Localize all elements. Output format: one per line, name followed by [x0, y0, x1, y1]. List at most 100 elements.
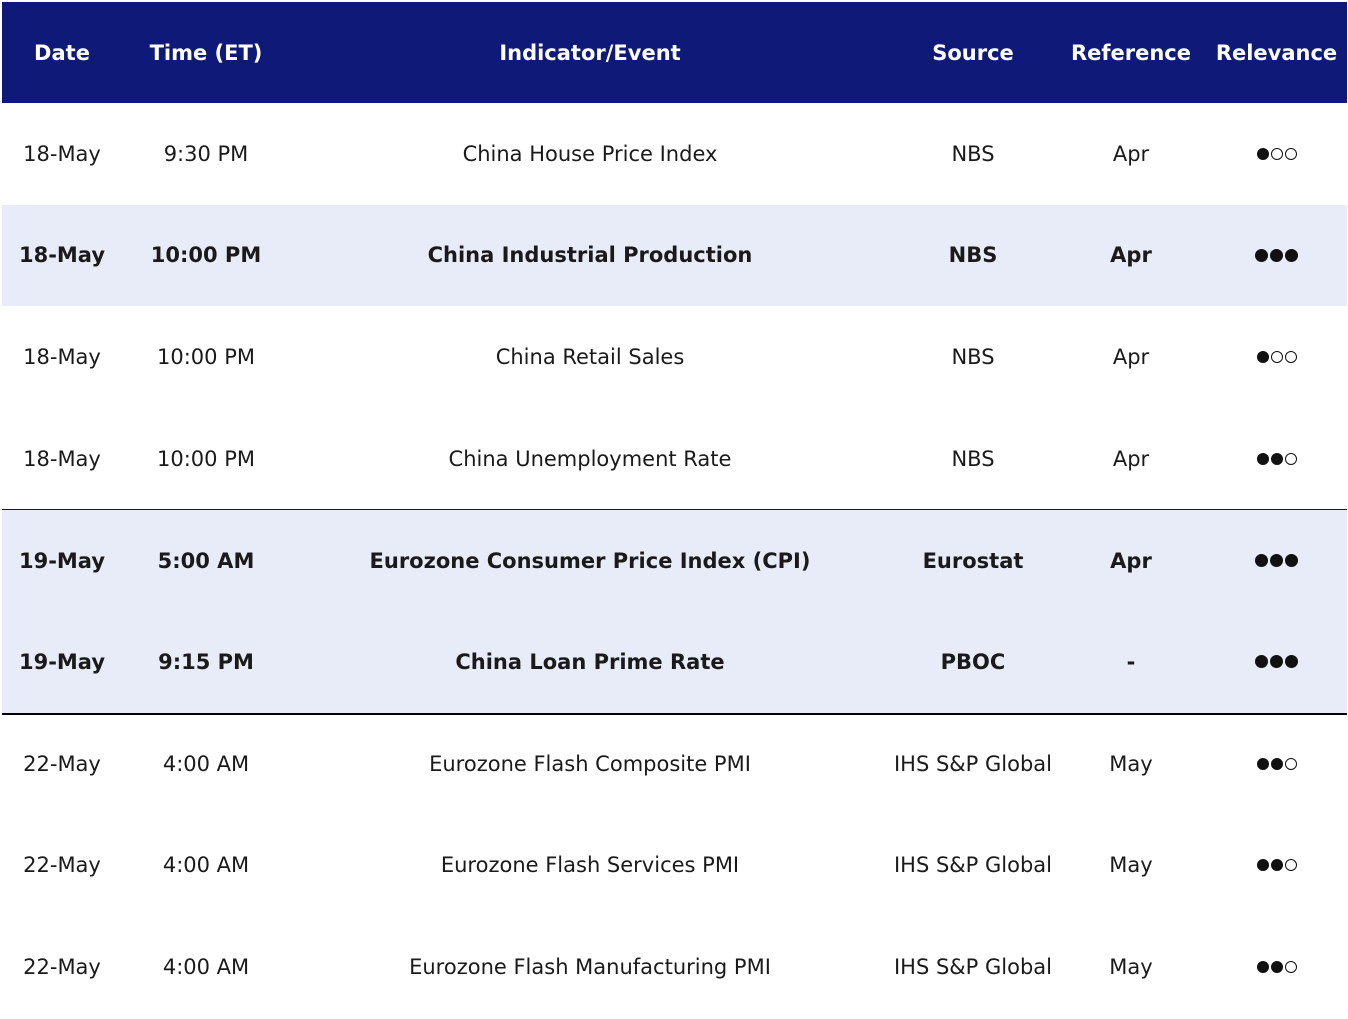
empty-dot-icon — [1284, 960, 1297, 973]
economic-calendar-table: Date Time (ET) Indicator/Event Source Re… — [2, 2, 1347, 1017]
relevance-cell — [1206, 408, 1347, 510]
time-cell: 5:00 AM — [157, 548, 255, 573]
relevance-dots-icon — [1256, 452, 1297, 465]
filled-dot-icon — [1255, 554, 1268, 568]
relevance-dots-icon — [1256, 350, 1297, 363]
header-indicator: Indicator/Event — [499, 40, 681, 65]
time-cell: 4:00 AM — [162, 752, 250, 777]
header-date: Date — [34, 40, 90, 65]
table-row: 22-May 4:00 AM Eurozone Flash Manufactur… — [2, 916, 1347, 1018]
relevance-cell — [1206, 611, 1347, 713]
filled-dot-icon — [1285, 248, 1298, 262]
indicator-cell: Eurozone Flash Services PMI — [440, 852, 740, 877]
indicator-cell: Eurozone Flash Composite PMI — [429, 752, 751, 777]
filled-dot-icon — [1255, 248, 1268, 262]
source-cell: Eurostat — [922, 548, 1024, 573]
empty-dot-icon — [1284, 858, 1297, 871]
table-row: 19-May 9:15 PM China Loan Prime Rate PBO… — [2, 610, 1347, 713]
table-row: 22-May 4:00 AM Eurozone Flash Services P… — [2, 814, 1347, 916]
date-cell: 22-May — [23, 852, 101, 877]
source-cell: NBS — [948, 243, 998, 268]
filled-dot-icon — [1256, 858, 1269, 871]
relevance-cell — [1206, 510, 1347, 611]
relevance-dots-icon — [1256, 858, 1297, 871]
date-cell: 18-May — [23, 344, 101, 369]
indicator-cell: China Unemployment Rate — [448, 446, 732, 471]
reference-cell: Apr — [1112, 141, 1150, 166]
date-cell: 22-May — [23, 752, 101, 777]
date-cell: 18-May — [23, 446, 101, 471]
relevance-dots-icon — [1255, 554, 1298, 568]
date-cell: 18-May — [23, 141, 101, 166]
empty-dot-icon — [1284, 452, 1297, 465]
table-row: 19-May 5:00 AM Eurozone Consumer Price I… — [2, 509, 1347, 611]
filled-dot-icon — [1255, 655, 1268, 669]
time-cell: 10:00 PM — [157, 344, 255, 369]
source-cell: IHS S&P Global — [893, 852, 1053, 877]
empty-dot-icon — [1270, 147, 1283, 160]
time-cell: 4:00 AM — [162, 852, 250, 877]
reference-cell: Apr — [1110, 548, 1152, 573]
header-time: Time (ET) — [149, 40, 263, 65]
relevance-cell — [1206, 814, 1347, 916]
empty-dot-icon — [1284, 147, 1297, 160]
filled-dot-icon — [1256, 350, 1269, 363]
table-row: 22-May 4:00 AM Eurozone Flash Composite … — [2, 712, 1347, 815]
time-cell: 10:00 PM — [150, 243, 262, 268]
reference-cell: Apr — [1110, 243, 1152, 268]
reference-cell: May — [1109, 954, 1153, 979]
reference-cell: Apr — [1112, 446, 1150, 471]
date-cell: 19-May — [18, 548, 106, 573]
reference-cell: May — [1109, 752, 1153, 777]
header-reference: Reference — [1070, 40, 1192, 65]
source-cell: NBS — [951, 344, 995, 369]
relevance-cell — [1206, 916, 1347, 1018]
indicator-cell: China Industrial Production — [427, 243, 753, 268]
source-cell: IHS S&P Global — [893, 752, 1053, 777]
filled-dot-icon — [1256, 452, 1269, 465]
empty-dot-icon — [1284, 350, 1297, 363]
source-cell: PBOC — [940, 649, 1006, 674]
table-row: 18-May 10:00 PM China Unemployment Rate … — [2, 408, 1347, 510]
relevance-cell — [1206, 103, 1347, 205]
relevance-cell — [1206, 715, 1347, 815]
filled-dot-icon — [1256, 758, 1269, 771]
source-cell: NBS — [951, 141, 995, 166]
filled-dot-icon — [1270, 960, 1283, 973]
reference-cell: - — [1126, 649, 1136, 674]
filled-dot-icon — [1270, 758, 1283, 771]
filled-dot-icon — [1270, 655, 1283, 669]
header-source: Source — [932, 40, 1014, 65]
empty-dot-icon — [1284, 758, 1297, 771]
table-header: Date Time (ET) Indicator/Event Source Re… — [2, 2, 1347, 103]
empty-dot-icon — [1270, 350, 1283, 363]
source-cell: NBS — [951, 446, 995, 471]
time-cell: 9:15 PM — [158, 649, 254, 674]
indicator-cell: Eurozone Flash Manufacturing PMI — [409, 954, 771, 979]
indicator-cell: China House Price Index — [462, 141, 718, 166]
indicator-cell: Eurozone Consumer Price Index (CPI) — [369, 548, 811, 573]
reference-cell: May — [1109, 852, 1153, 877]
relevance-cell — [1206, 306, 1347, 408]
filled-dot-icon — [1270, 248, 1283, 262]
date-cell: 18-May — [18, 243, 106, 268]
time-cell: 9:30 PM — [163, 141, 249, 166]
relevance-dots-icon — [1256, 960, 1297, 973]
relevance-dots-icon — [1255, 248, 1298, 262]
filled-dot-icon — [1270, 452, 1283, 465]
time-cell: 10:00 PM — [157, 446, 255, 471]
indicator-cell: China Loan Prime Rate — [455, 649, 725, 674]
header-relevance: Relevance — [1215, 40, 1338, 65]
date-cell: 22-May — [23, 954, 101, 979]
filled-dot-icon — [1285, 655, 1298, 669]
relevance-dots-icon — [1255, 655, 1298, 669]
time-cell: 4:00 AM — [162, 954, 250, 979]
source-cell: IHS S&P Global — [893, 954, 1053, 979]
filled-dot-icon — [1270, 858, 1283, 871]
table-row: 18-May 10:00 PM China Retail Sales NBS A… — [2, 306, 1347, 408]
date-cell: 19-May — [18, 649, 106, 674]
filled-dot-icon — [1256, 960, 1269, 973]
indicator-cell: China Retail Sales — [495, 344, 685, 369]
filled-dot-icon — [1285, 554, 1298, 568]
reference-cell: Apr — [1112, 344, 1150, 369]
